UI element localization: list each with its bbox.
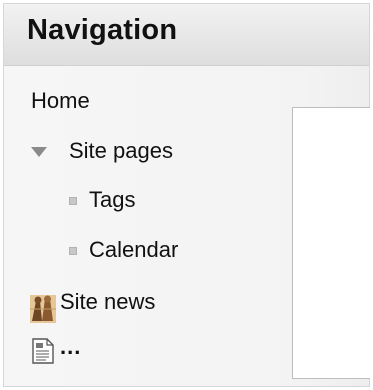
nav-item-more-label: ... — [60, 334, 82, 359]
nav-item-tags-label: Tags — [89, 187, 136, 212]
forum-icon — [30, 295, 56, 323]
nav-item-home[interactable]: Home — [31, 88, 90, 114]
bullet-icon — [69, 197, 77, 205]
bullet-icon — [69, 247, 77, 255]
nav-item-calendar-label: Calendar — [89, 237, 179, 262]
navigation-header[interactable]: Navigation — [4, 4, 369, 66]
expand-triangle-icon[interactable] — [31, 147, 47, 157]
nav-item-site-news-label: Site news — [60, 289, 156, 314]
document-icon — [32, 338, 54, 364]
navigation-title: Navigation — [27, 14, 178, 46]
content-panel — [292, 107, 370, 379]
nav-item-site-pages-label: Site pages — [69, 138, 173, 163]
